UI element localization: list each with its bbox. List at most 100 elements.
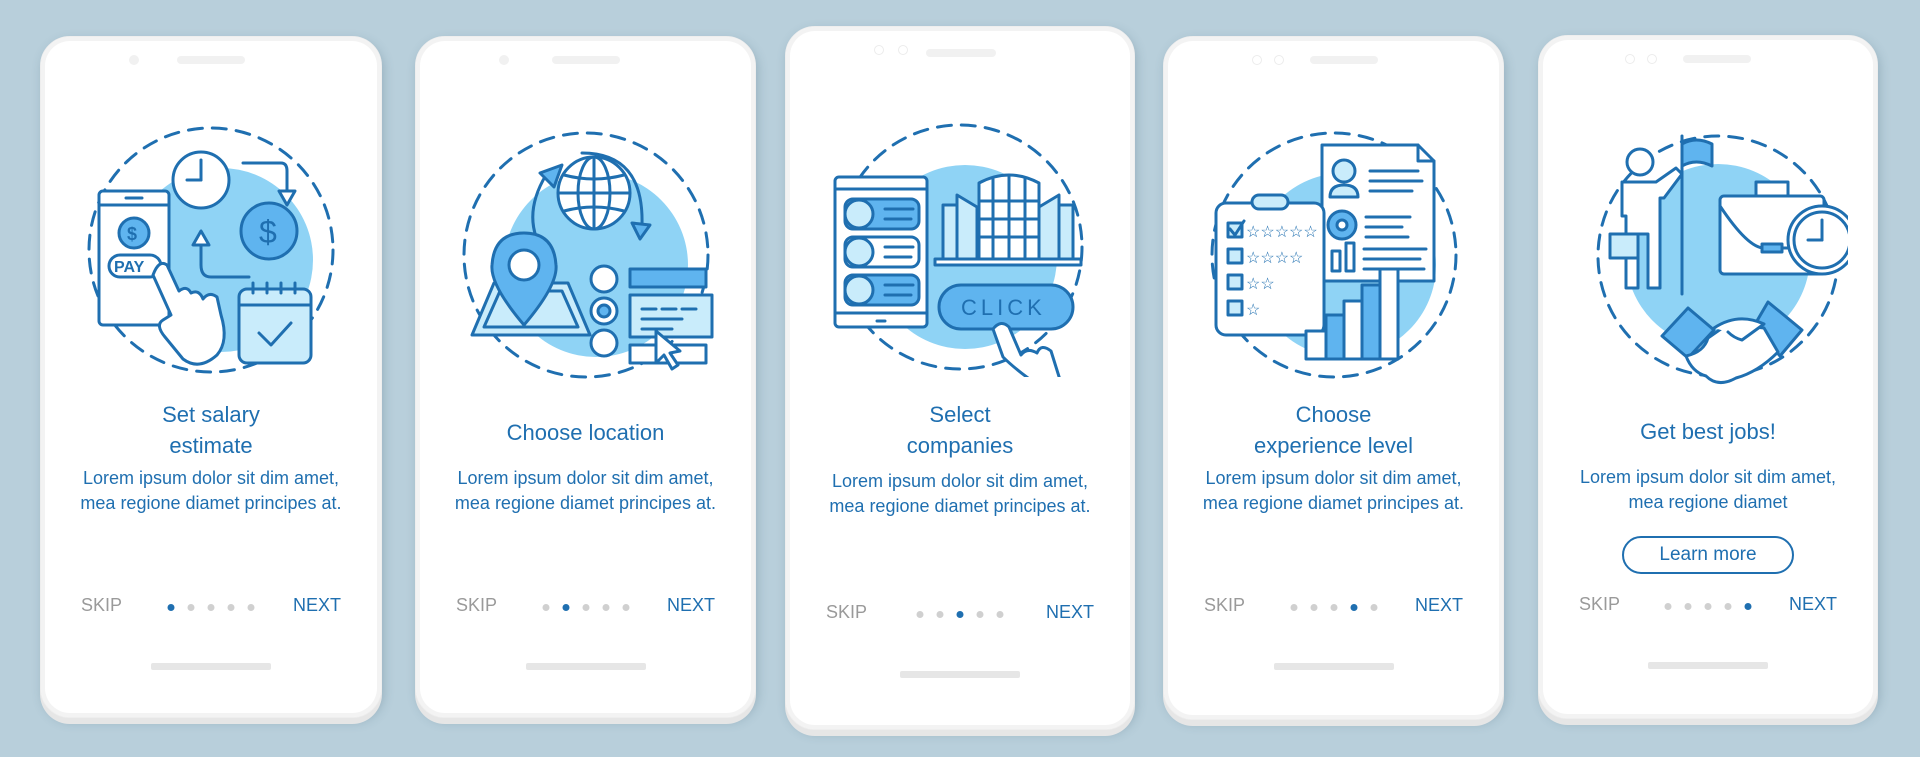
onboarding-nav: SKIP NEXT: [1204, 595, 1463, 619]
home-indicator: [1648, 662, 1768, 669]
svg-text:PAY: PAY: [114, 259, 145, 276]
next-button[interactable]: NEXT: [1415, 595, 1463, 616]
speaker-bar: [1683, 55, 1751, 63]
page-dot[interactable]: [1704, 603, 1712, 610]
next-button[interactable]: NEXT: [1789, 594, 1837, 615]
onboarding-nav: SKIP NEXT: [81, 595, 341, 619]
skip-button[interactable]: SKIP: [1579, 594, 1620, 615]
page-dot-active[interactable]: [562, 604, 569, 611]
camera-dot: [1252, 55, 1262, 65]
speaker-bar: [177, 56, 245, 64]
pagination-dots: [916, 611, 1004, 618]
page-dot-active[interactable]: [956, 611, 964, 618]
title-line: estimate: [169, 433, 253, 458]
title-line: Choose: [1295, 402, 1372, 427]
onboarding-screen-jobs: Get best jobs! Lorem ipsum dolor sit dim…: [1538, 35, 1878, 719]
screen-title: Choose location: [416, 417, 755, 448]
svg-text:☆: ☆: [1246, 302, 1260, 319]
page-dot-active[interactable]: [167, 604, 175, 611]
job-handshake-icon: [1596, 134, 1848, 384]
page-dot[interactable]: [1664, 603, 1672, 610]
onboarding-nav: SKIP NEXT: [826, 602, 1094, 626]
camera-dot: [1647, 54, 1657, 64]
page-dot[interactable]: [1684, 603, 1692, 610]
camera-dot: [499, 55, 509, 65]
home-indicator: [151, 663, 271, 670]
title-line: Get best jobs!: [1640, 419, 1776, 444]
page-dot[interactable]: [976, 611, 984, 618]
title-line: experience level: [1254, 433, 1413, 458]
page-dot[interactable]: [1310, 604, 1317, 611]
page-dot[interactable]: [622, 604, 629, 611]
page-dot[interactable]: [227, 604, 235, 611]
pagination-dots: [1664, 603, 1752, 610]
page-dot[interactable]: [187, 604, 195, 611]
camera-dot: [898, 45, 908, 55]
page-dot[interactable]: [916, 611, 924, 618]
page-dot[interactable]: [582, 604, 589, 611]
speaker-bar: [1310, 56, 1378, 64]
next-button[interactable]: NEXT: [293, 595, 341, 616]
camera-dot: [1274, 55, 1284, 65]
page-dot[interactable]: [996, 611, 1004, 618]
page-dot[interactable]: [936, 611, 944, 618]
screen-description: Lorem ipsum dolor sit dim amet, mea regi…: [80, 468, 342, 513]
home-indicator: [1273, 663, 1394, 670]
onboarding-screen-location: Choose location Lorem ipsum dolor sit di…: [415, 36, 756, 718]
svg-text:$: $: [259, 214, 277, 250]
location-globe-icon: [462, 131, 713, 379]
title-line: Select: [929, 402, 991, 427]
page-dot[interactable]: [542, 604, 549, 611]
onboarding-screen-salary: $ PAY $ Set salary estimate Lorem ipsum …: [40, 36, 382, 718]
title-line: Set salary: [162, 402, 260, 427]
svg-text:$: $: [127, 224, 137, 244]
experience-rating-icon: ☆☆☆☆☆ ☆☆☆☆ ☆☆ ☆: [1210, 131, 1457, 379]
onboarding-nav: SKIP NEXT: [456, 595, 715, 619]
speaker-bar: [551, 56, 620, 64]
company-building-icon: CLICK: [833, 123, 1084, 377]
screen-title: Choose experience level: [1164, 399, 1503, 461]
salary-payment-icon: $ PAY $: [87, 126, 335, 374]
onboarding-screen-companies: CLICK Select companies Lorem ipsum dolor…: [785, 26, 1135, 730]
pagination-dots: [542, 604, 629, 611]
screen-description: Lorem ipsum dolor sit dim amet, mea regi…: [829, 471, 1091, 516]
speaker-bar: [926, 49, 996, 57]
learn-more-button[interactable]: Learn more: [1622, 536, 1794, 574]
title-line: companies: [906, 433, 1014, 458]
skip-button[interactable]: SKIP: [826, 602, 867, 623]
onboarding-screen-experience: ☆☆☆☆☆ ☆☆☆☆ ☆☆ ☆ Choose experience level …: [1163, 36, 1504, 720]
page-dot[interactable]: [207, 604, 215, 611]
screen-title: Set salary estimate: [41, 399, 381, 461]
screen-description: Lorem ipsum dolor sit dim amet, mea regi…: [1202, 468, 1465, 513]
pagination-dots: [167, 604, 255, 611]
screen-title: Select companies: [786, 399, 1134, 461]
camera-dot: [1625, 54, 1635, 64]
camera-dot: [129, 55, 139, 65]
page-dot[interactable]: [1724, 603, 1732, 610]
page-dot-active[interactable]: [1744, 603, 1752, 610]
page-dot[interactable]: [602, 604, 609, 611]
pagination-dots: [1290, 604, 1377, 611]
skip-button[interactable]: SKIP: [81, 595, 122, 616]
page-dot[interactable]: [247, 604, 255, 611]
page-dot[interactable]: [1290, 604, 1297, 611]
onboarding-nav: SKIP NEXT: [1579, 594, 1837, 618]
svg-text:CLICK: CLICK: [961, 295, 1046, 320]
skip-button[interactable]: SKIP: [1204, 595, 1245, 616]
screen-description: Lorem ipsum dolor sit dim amet, mea regi…: [454, 468, 717, 513]
home-indicator: [525, 663, 646, 670]
page-dot[interactable]: [1370, 604, 1377, 611]
svg-text:☆☆: ☆☆: [1246, 276, 1275, 293]
next-button[interactable]: NEXT: [1046, 602, 1094, 623]
svg-text:☆☆☆☆☆: ☆☆☆☆☆: [1246, 224, 1318, 241]
page-dot[interactable]: [1330, 604, 1337, 611]
page-dot-active[interactable]: [1350, 604, 1357, 611]
svg-text:☆☆☆☆: ☆☆☆☆: [1246, 250, 1303, 267]
title-line: Choose location: [506, 420, 665, 445]
camera-dot: [874, 45, 884, 55]
screen-title: Get best jobs!: [1539, 416, 1877, 447]
skip-button[interactable]: SKIP: [456, 595, 497, 616]
next-button[interactable]: NEXT: [667, 595, 715, 616]
home-indicator: [900, 671, 1020, 678]
screen-description: Lorem ipsum dolor sit dim amet, mea regi…: [1579, 467, 1837, 512]
